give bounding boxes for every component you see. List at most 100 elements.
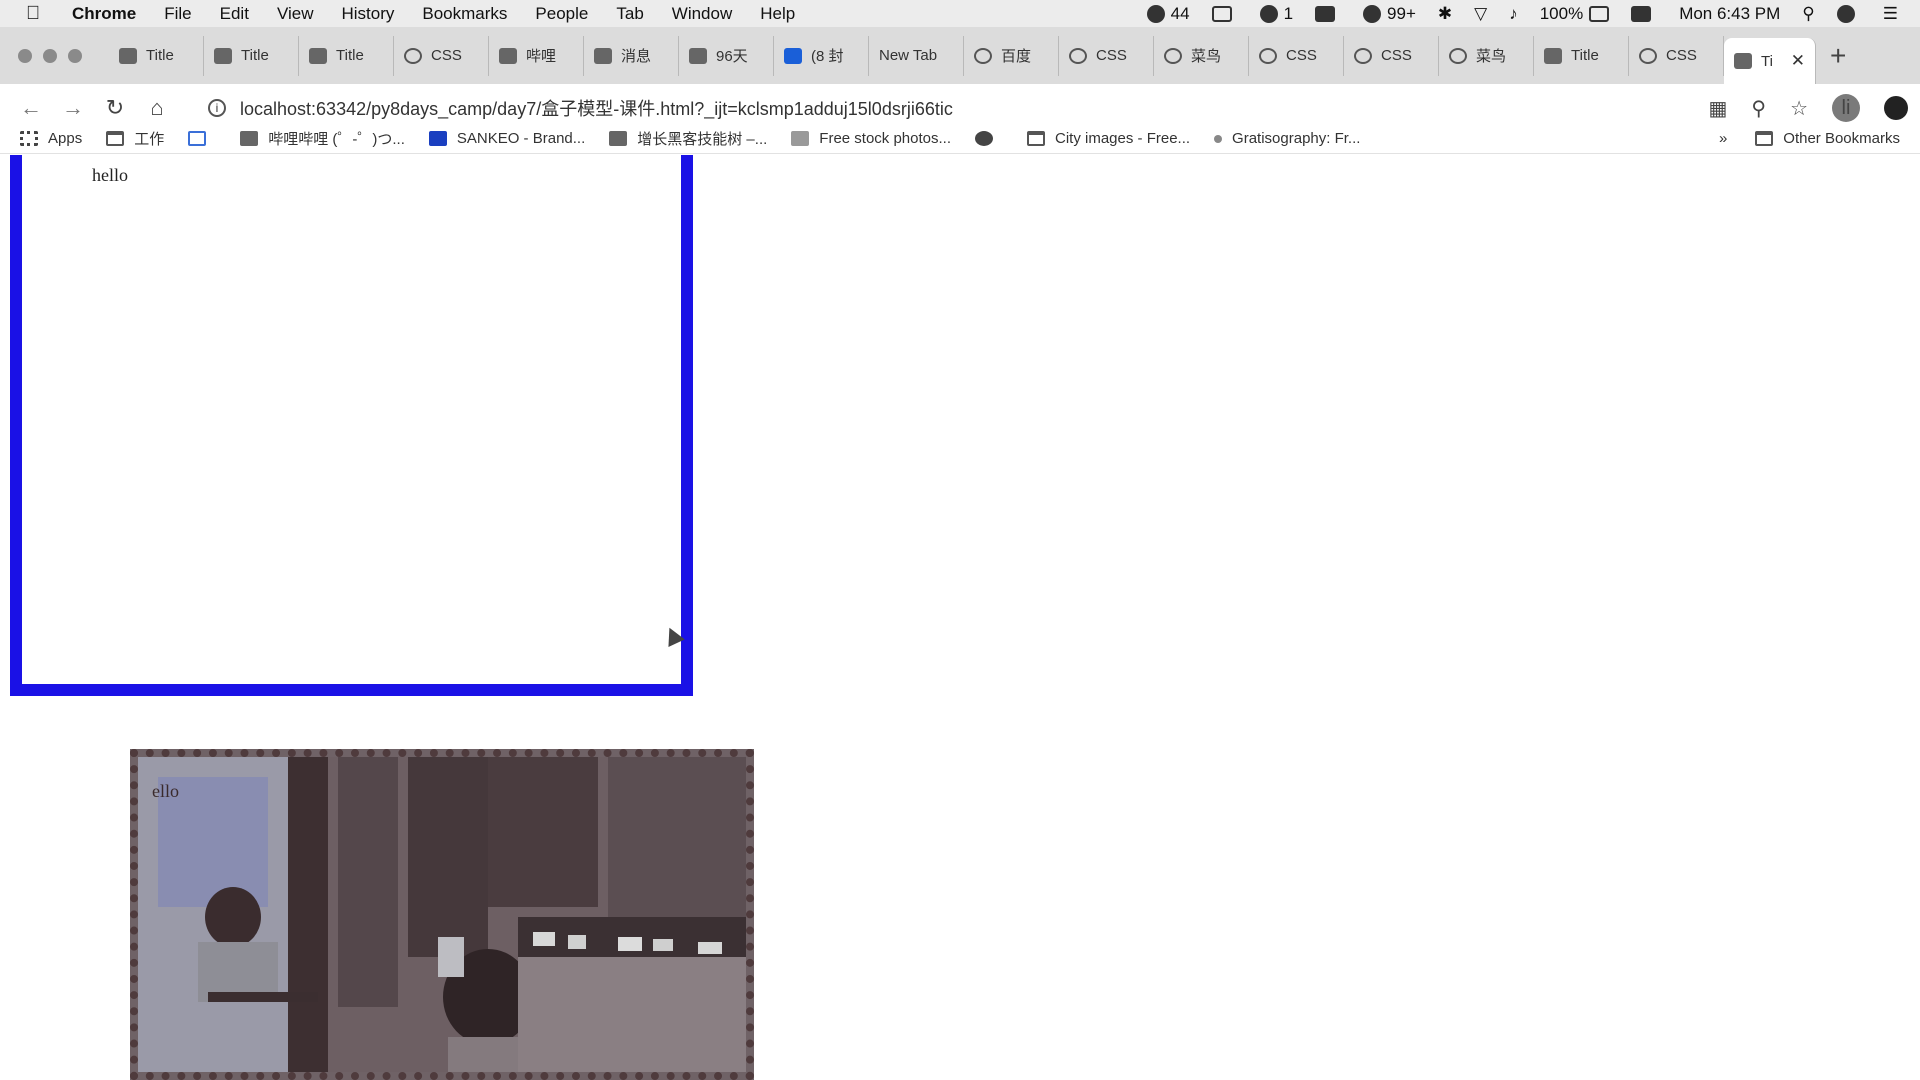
bookmark-label: SANKEO - Brand... <box>456 130 586 147</box>
box-hello-text: hello <box>92 165 128 185</box>
tab-favicon <box>1449 47 1467 64</box>
status-s-app[interactable] <box>1631 5 1657 22</box>
tab-favicon <box>1259 47 1277 64</box>
tab-4[interactable]: CSS <box>394 35 489 76</box>
tab-label: Title <box>1571 47 1599 64</box>
bookmark-star-icon[interactable]: ☆ <box>1790 96 1808 121</box>
bookmark-sankeo[interactable]: SANKEO - Brand... <box>428 130 586 147</box>
notification-center-icon[interactable]: ☰ <box>1883 4 1898 24</box>
url-text[interactable]: localhost:63342/py8days_camp/day7/盒子模型-课… <box>240 95 953 121</box>
tab-favicon <box>1544 47 1562 64</box>
bookmark-label: Other Bookmarks <box>1783 130 1900 147</box>
bookmark-free-stock[interactable]: Free stock photos... <box>791 130 951 147</box>
bookmark-work-folder[interactable]: 工作 <box>106 128 164 149</box>
menu-tab[interactable]: Tab <box>616 4 643 24</box>
menu-history[interactable]: History <box>341 4 394 24</box>
back-arrow-icon[interactable]: ← <box>10 95 52 121</box>
tab-6[interactable]: 消息 <box>584 35 679 76</box>
status-volume[interactable]: ♪ <box>1509 4 1518 24</box>
tab-favicon <box>1354 47 1372 64</box>
tab-label: 96天 <box>716 48 748 65</box>
battery-icon <box>1589 5 1610 22</box>
bookmark-globe[interactable] <box>975 131 1003 146</box>
close-window-button[interactable] <box>18 48 32 63</box>
bookmarks-bar: Apps 工作 哔哩哔哩 (゜-゜)つ... SANKEO - Brand...… <box>0 124 1920 154</box>
siri-glyph <box>1836 4 1855 23</box>
tab-9[interactable]: New Tab <box>869 35 964 76</box>
siri-icon[interactable] <box>1836 4 1861 23</box>
menu-view[interactable]: View <box>277 4 314 24</box>
battery-percent: 100% <box>1539 3 1584 23</box>
new-tab-button[interactable]: + <box>1830 40 1846 72</box>
bookmark-label: Free stock photos... <box>819 130 952 147</box>
tab-15[interactable]: 菜鸟 <box>1439 35 1534 76</box>
bookmark-bilibili[interactable]: 哔哩哔哩 (゜-゜)つ... <box>240 128 405 149</box>
tab-7[interactable]: 96天 <box>679 35 774 76</box>
tab-8[interactable]: (8 封 <box>774 35 869 76</box>
tab-3[interactable]: Title <box>299 35 394 76</box>
status-wechat[interactable]: 44 <box>1146 4 1190 24</box>
menu-edit[interactable]: Edit <box>220 4 249 24</box>
tab-active[interactable]: Ti ✕ <box>1724 38 1816 84</box>
menu-people[interactable]: People <box>535 4 588 24</box>
tab-label: CSS <box>1666 47 1697 64</box>
bookmark-growth-hacker[interactable]: 增长黑客技能树 –... <box>609 128 767 149</box>
zoom-window-button[interactable] <box>68 48 82 63</box>
apple-menu-icon[interactable]:  <box>26 3 56 25</box>
bookmark-apps[interactable]: Apps <box>20 130 82 147</box>
tab-2[interactable]: Title <box>204 35 299 76</box>
tab-1[interactable]: Title <box>109 35 204 76</box>
tab-list: Title Title Title CSS 哔哩 消息 96天 (8 封 New… <box>109 27 1816 84</box>
status-battery[interactable]: 100% <box>1539 3 1610 24</box>
photo-hello-text: ello <box>152 781 179 801</box>
spotlight-icon[interactable]: ⚲ <box>1802 4 1814 24</box>
tab-favicon <box>214 47 232 64</box>
menu-help[interactable]: Help <box>760 4 795 24</box>
home-icon[interactable]: ⌂ <box>136 95 178 121</box>
bookmark-gratisography[interactable]: Gratisography: Fr... <box>1214 130 1360 147</box>
dot-icon <box>1214 134 1223 143</box>
bookmark-city-images[interactable]: City images - Free... <box>1027 130 1190 147</box>
mac-menu-bar:  Chrome File Edit View History Bookmark… <box>0 0 1920 27</box>
status-wifi[interactable]: ▽ <box>1474 4 1487 24</box>
tab-12[interactable]: 菜鸟 <box>1154 35 1249 76</box>
status-bluetooth[interactable]: ✱ <box>1438 4 1452 24</box>
menu-bookmarks[interactable]: Bookmarks <box>422 4 507 24</box>
info-icon[interactable]: i <box>208 99 226 117</box>
menu-window[interactable]: Window <box>672 4 732 24</box>
menu-file[interactable]: File <box>164 4 191 24</box>
reload-icon[interactable]: ↻ <box>94 95 136 121</box>
tab-label: 菜鸟 <box>1476 48 1507 65</box>
stock-photo-icon <box>791 131 810 146</box>
box-icon <box>609 131 628 146</box>
tab-11[interactable]: CSS <box>1059 35 1154 76</box>
tab-13[interactable]: CSS <box>1249 35 1344 76</box>
menu-app-name[interactable]: Chrome <box>72 4 136 24</box>
tab-10[interactable]: 百度 <box>964 35 1059 76</box>
forward-arrow-icon[interactable]: → <box>52 95 94 121</box>
status-media[interactable]: 1 <box>1259 4 1293 24</box>
more-bookmarks-chevron[interactable]: » <box>1719 130 1727 147</box>
tab-label: 消息 <box>621 48 652 65</box>
bookmark-brackets[interactable] <box>188 131 216 146</box>
status-clock[interactable]: Mon 6:43 PM <box>1679 4 1780 24</box>
tab-16[interactable]: Title <box>1534 35 1629 76</box>
zoom-icon[interactable]: ⚲ <box>1751 96 1766 121</box>
globe-icon <box>975 131 994 146</box>
status-qq[interactable]: 99+ <box>1363 4 1416 24</box>
status-evernote[interactable] <box>1315 5 1341 22</box>
tab-label: 菜鸟 <box>1191 48 1222 65</box>
tab-17[interactable]: CSS <box>1629 35 1724 76</box>
tab-14[interactable]: CSS <box>1344 35 1439 76</box>
tab-label: CSS <box>1096 47 1127 64</box>
tab-label: CSS <box>431 47 462 64</box>
address-bar[interactable]: i localhost:63342/py8days_camp/day7/盒子模型… <box>208 95 953 121</box>
extension-icon[interactable] <box>1884 96 1908 120</box>
translate-icon[interactable]: ▦ <box>1709 96 1728 121</box>
status-screen-record[interactable] <box>1211 5 1238 22</box>
minimize-window-button[interactable] <box>43 48 57 63</box>
profile-avatar[interactable]: li <box>1832 94 1860 122</box>
other-bookmarks[interactable]: Other Bookmarks <box>1755 130 1900 147</box>
close-tab-icon[interactable]: ✕ <box>1791 51 1805 71</box>
tab-5[interactable]: 哔哩 <box>489 35 584 76</box>
